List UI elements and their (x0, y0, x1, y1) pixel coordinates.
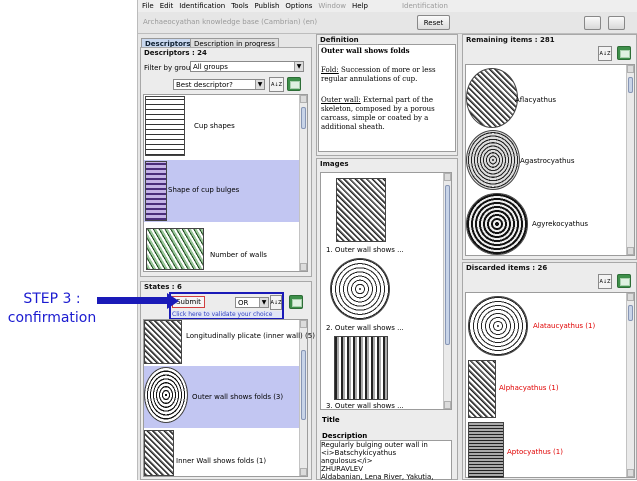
state-image (144, 430, 174, 476)
state-image (144, 320, 182, 364)
image-caption-1: 1. Outer wall shows ... (326, 246, 404, 254)
image-thumbnail-3[interactable] (334, 336, 388, 400)
number-of-walls-image (146, 228, 204, 270)
discarded-item-label[interactable]: Aptocyathus (1) (507, 448, 563, 456)
descriptor-item[interactable]: Cup shapes (144, 95, 296, 159)
fold-term: Fold: (321, 66, 339, 74)
save-icon[interactable] (289, 295, 303, 309)
save-icon[interactable] (617, 274, 631, 288)
annotation-arrow (97, 297, 169, 304)
filter-value: All groups (193, 62, 228, 71)
remaining-item-label[interactable]: Agyrekocyathus (532, 220, 588, 228)
menu-bar: File Edit Identification Tools Publish O… (138, 0, 637, 12)
descriptors-title: Descriptors : 24 (144, 49, 207, 57)
definition-outer-wall: Outer wall: External part of the skeleto… (321, 96, 451, 132)
menu-options[interactable]: Options (285, 2, 312, 10)
reset-button[interactable]: Reset (417, 15, 450, 30)
fold-text: Succession of more or less regular annul… (321, 66, 436, 83)
annotation-arrowhead-icon (167, 293, 179, 309)
description-line: <i>Batschykicyathus angulosus</i> (321, 449, 397, 465)
states-title: States : 6 (144, 283, 182, 291)
image-caption-3: 3. Outer wall shows ... (326, 402, 404, 410)
menu-help[interactable]: Help (352, 2, 368, 10)
chevron-down-icon: ▼ (255, 80, 264, 89)
description-line: Regularly bulging outer wall in (321, 441, 428, 449)
kb-title: Archaeocyathan knowledge base (Cambrian)… (143, 18, 318, 26)
menu-file[interactable]: File (142, 2, 154, 10)
window-title: Identification (401, 2, 448, 10)
description-section-label: Description (322, 432, 368, 440)
remaining-item-image[interactable] (466, 68, 518, 128)
sort-value: Best descriptor? (176, 80, 233, 89)
save-icon[interactable] (617, 46, 631, 60)
sort-az-icon[interactable]: A↓Z (269, 77, 284, 92)
images-section-title: Images (320, 160, 349, 168)
menu-tools[interactable]: Tools (231, 2, 248, 10)
discarded-item-image[interactable] (468, 422, 504, 478)
remaining-item-image[interactable] (466, 130, 520, 190)
step-label: STEP 3 : (23, 291, 81, 307)
remaining-item-image[interactable] (466, 193, 528, 255)
menu-edit[interactable]: Edit (160, 2, 174, 10)
descriptor-scrollbar[interactable] (299, 95, 307, 271)
step-annotation: STEP 3 : confirmation (0, 290, 104, 328)
outer-wall-term: Outer wall: (321, 96, 361, 104)
definition-fold: Fold: Succession of more or less regular… (321, 66, 451, 84)
descriptor-label: Shape of cup bulges (168, 186, 240, 194)
menu-window: Window (318, 2, 347, 10)
image-thumbnail-2[interactable] (330, 258, 390, 320)
menu-identification[interactable]: Identification (179, 2, 225, 10)
cup-bulges-image (145, 161, 167, 221)
options-icon[interactable] (608, 16, 625, 30)
checkbox-icon[interactable] (584, 16, 601, 30)
chevron-down-icon: ▼ (294, 62, 303, 71)
state-item-selected[interactable]: Outer wall shows folds (3) (144, 366, 299, 428)
discarded-title: Discarded items : 26 (466, 264, 548, 272)
discarded-item-label[interactable]: Alphacyathus (1) (499, 384, 559, 392)
menu-publish[interactable]: Publish (254, 2, 279, 10)
descriptor-label: Cup shapes (194, 122, 235, 130)
discarded-item-image[interactable] (468, 296, 528, 356)
title-section-label: Title (322, 416, 340, 424)
states-scrollbar[interactable] (299, 320, 307, 476)
definition-title: Outer wall shows folds (321, 46, 410, 55)
remaining-scrollbar[interactable] (626, 65, 634, 255)
sort-az-icon[interactable]: A↓Z (598, 46, 612, 61)
step-caption: confirmation (7, 310, 97, 326)
annotation-highlight-box (169, 292, 284, 320)
state-label: Longitudinally plicate (inner wall) (5) (186, 332, 315, 340)
description-text: Regularly bulging outer wall in <i>Batsc… (321, 441, 446, 481)
image-caption-2: 2. Outer wall shows ... (326, 324, 404, 332)
image-thumbnail-1[interactable] (336, 178, 386, 242)
filter-label: Filter by group (144, 64, 195, 72)
sort-select[interactable]: Best descriptor? ▼ (173, 79, 265, 90)
filter-select[interactable]: All groups ▼ (190, 61, 304, 72)
discarded-scrollbar[interactable] (626, 293, 634, 477)
state-label: Inner Wall shows folds (1) (176, 457, 267, 465)
descriptor-label: Number of walls (210, 251, 267, 259)
description-line: ZHURAVLEV (321, 465, 364, 473)
state-item[interactable]: Longitudinally plicate (inner wall) (5) (144, 320, 315, 364)
remaining-title: Remaining items : 281 (466, 36, 555, 44)
save-icon[interactable] (287, 77, 301, 91)
descriptor-item-selected[interactable]: Shape of cup bulges (144, 160, 299, 222)
remaining-item-label[interactable]: Aflacyathus (515, 96, 556, 104)
images-scrollbar[interactable] (443, 173, 451, 409)
remaining-item-label[interactable]: Agastrocyathus (520, 157, 574, 165)
discarded-item-image[interactable] (468, 360, 496, 418)
descriptor-item[interactable]: Number of walls (144, 224, 296, 270)
state-label: Outer wall shows folds (3) (192, 393, 284, 401)
state-image (144, 367, 188, 423)
discarded-item-label[interactable]: Alataucyathus (1) (533, 322, 595, 330)
toolbar: Archaeocyathan knowledge base (Cambrian)… (138, 12, 637, 34)
state-item[interactable]: Inner Wall shows folds (1) (144, 430, 296, 476)
cup-shapes-image (145, 96, 185, 156)
sort-az-icon[interactable]: A↓Z (598, 274, 612, 289)
